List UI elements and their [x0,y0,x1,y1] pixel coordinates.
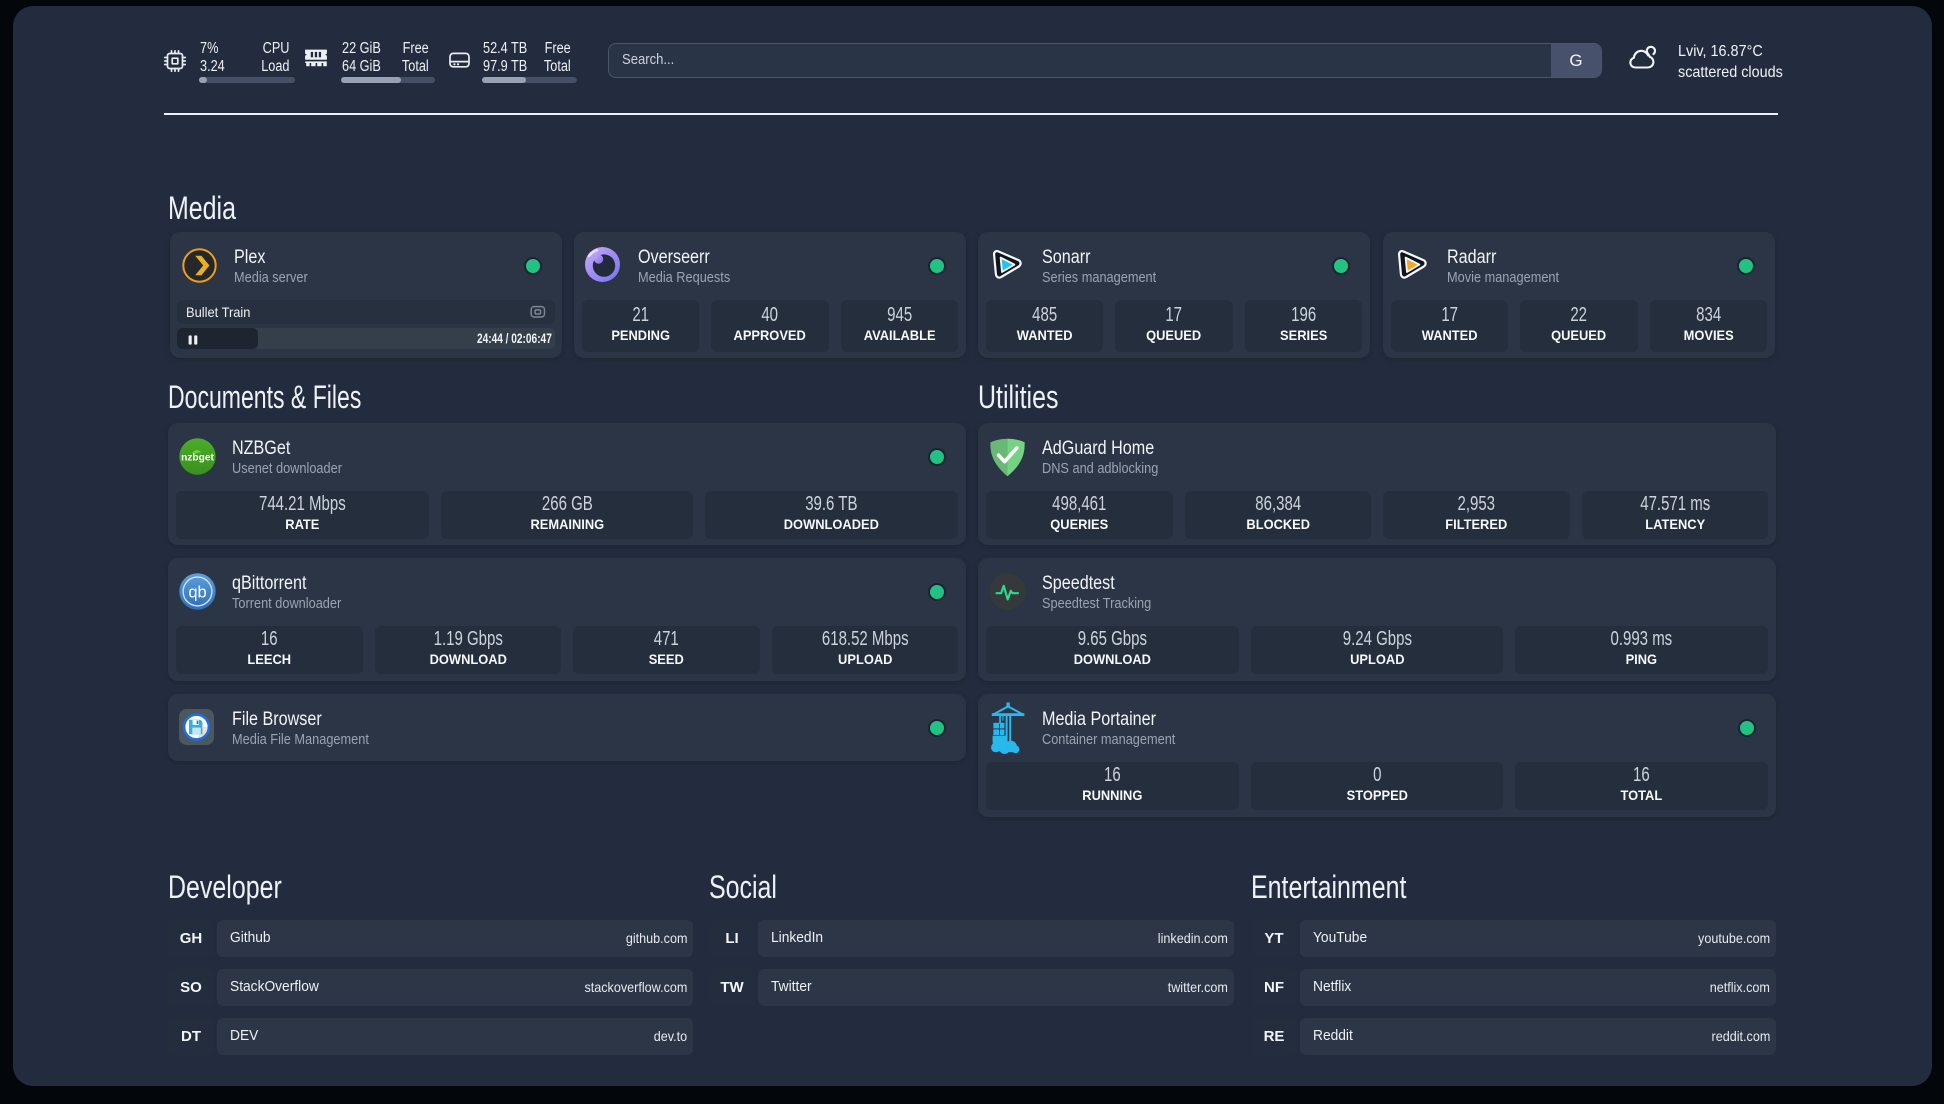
svg-text:nzbget: nzbget [181,452,214,463]
svg-text:qb: qb [188,583,206,601]
